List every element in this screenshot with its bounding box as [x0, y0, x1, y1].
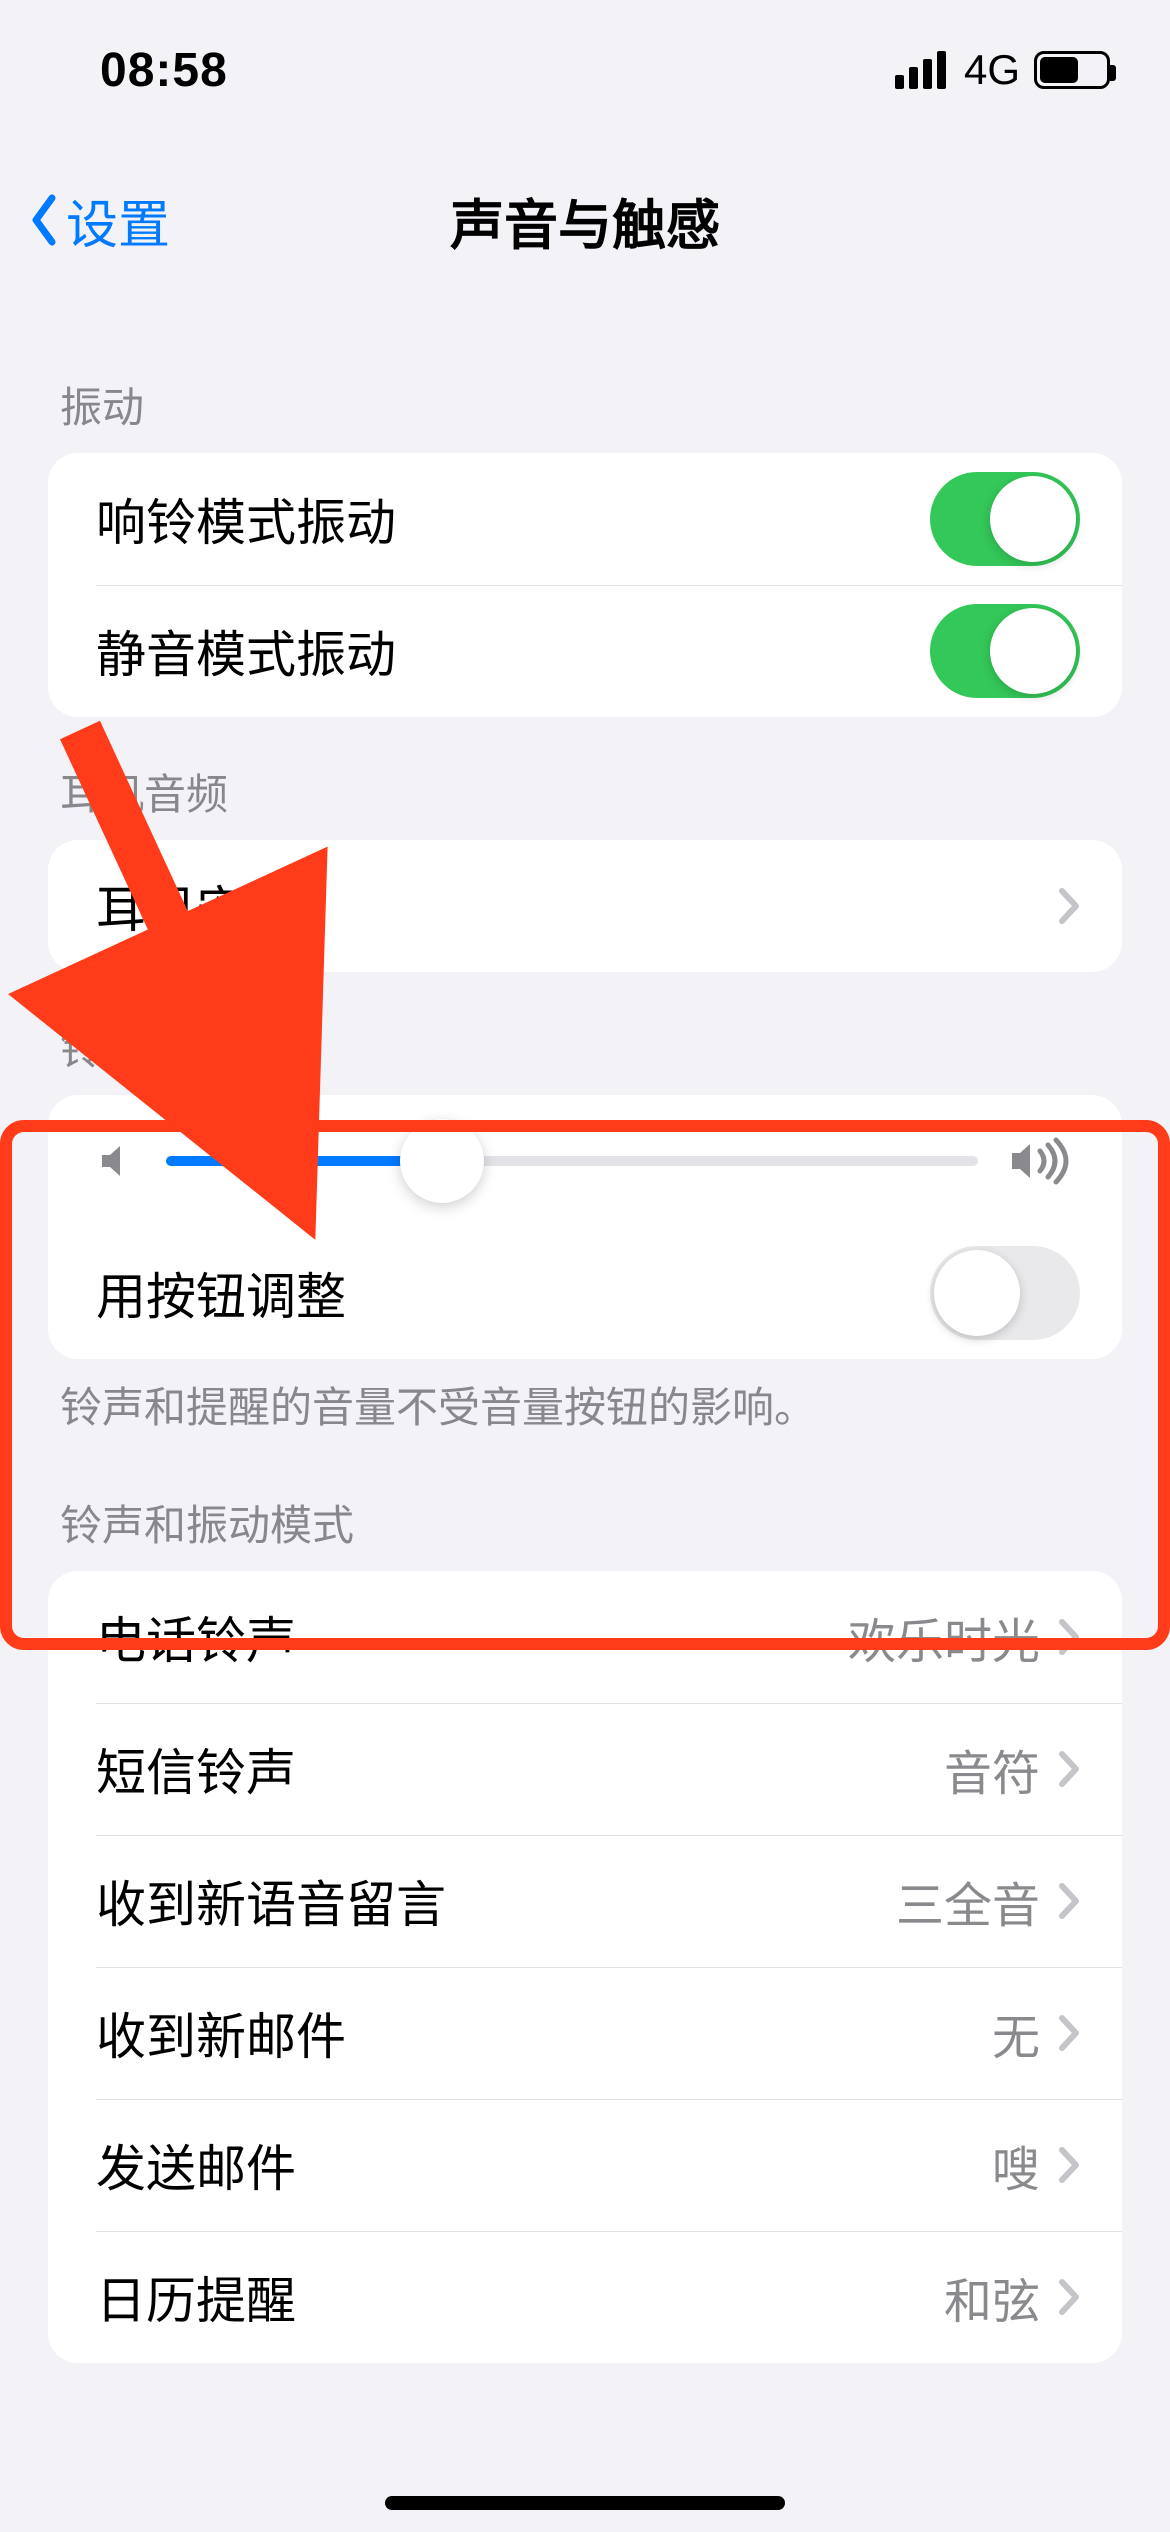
status-indicators: 4G: [895, 46, 1110, 94]
section-footer-ringer: 铃声和提醒的音量不受音量按钮的影响。: [0, 1359, 1170, 1448]
toggle-vibrate-on-silent[interactable]: [930, 604, 1080, 698]
chevron-right-icon: [1058, 1750, 1080, 1788]
section-header-vibrate: 振动: [0, 330, 1170, 453]
row-label: 电话铃声: [96, 1601, 848, 1673]
row-label: 收到新语音留言: [96, 1865, 896, 1937]
battery-icon: [1034, 51, 1110, 89]
chevron-right-icon: [1058, 1618, 1080, 1656]
volume-high-icon: [1008, 1137, 1080, 1185]
chevron-right-icon: [1058, 2146, 1080, 2184]
row-label: 响铃模式振动: [96, 483, 930, 555]
row-value: 嗖: [992, 2130, 1040, 2200]
network-type: 4G: [964, 46, 1020, 94]
ringer-volume-slider[interactable]: [166, 1156, 978, 1166]
row-label: 日历提醒: [96, 2261, 944, 2333]
section-header-headphone: 耳机音频: [0, 717, 1170, 840]
row-label: 收到新邮件: [96, 1997, 992, 2069]
toggle-change-with-buttons[interactable]: [930, 1246, 1080, 1340]
group-vibrate: 响铃模式振动 静音模式振动: [48, 453, 1122, 717]
chevron-right-icon: [1058, 887, 1080, 925]
nav-bar: 设置 声音与触感: [0, 160, 1170, 280]
status-bar: 08:58 4G: [0, 0, 1170, 140]
row-value: 欢乐时光: [848, 1602, 1040, 1672]
group-ringer: 用按钮调整: [48, 1095, 1122, 1359]
row-change-with-buttons[interactable]: 用按钮调整: [48, 1227, 1122, 1359]
row-value: 和弦: [944, 2262, 1040, 2332]
chevron-left-icon: [28, 194, 60, 246]
chevron-right-icon: [1058, 2278, 1080, 2316]
chevron-right-icon: [1058, 2014, 1080, 2052]
back-label: 设置: [66, 183, 170, 258]
slider-thumb[interactable]: [400, 1119, 484, 1203]
toggle-vibrate-on-ring[interactable]: [930, 472, 1080, 566]
chevron-right-icon: [1058, 1882, 1080, 1920]
row-sent-mail[interactable]: 发送邮件 嗖: [48, 2099, 1122, 2231]
section-header-sounds: 铃声和振动模式: [0, 1448, 1170, 1571]
status-time: 08:58: [100, 43, 228, 98]
content-scroll[interactable]: 振动 响铃模式振动 静音模式振动 耳机音频 耳机安全 铃声和提醒: [0, 330, 1170, 2532]
section-header-ringer: 铃声和提醒: [0, 972, 1170, 1095]
volume-low-icon: [96, 1141, 136, 1181]
battery-fill: [1040, 57, 1078, 83]
home-indicator[interactable]: [385, 2496, 785, 2510]
row-text-tone[interactable]: 短信铃声 音符: [48, 1703, 1122, 1835]
row-ringtone[interactable]: 电话铃声 欢乐时光: [48, 1571, 1122, 1703]
row-label: 用按钮调整: [96, 1257, 930, 1329]
row-new-mail[interactable]: 收到新邮件 无: [48, 1967, 1122, 2099]
group-sounds: 电话铃声 欢乐时光 短信铃声 音符 收到新语音留言 三全音 收到新邮件 无 发送…: [48, 1571, 1122, 2363]
row-vibrate-on-silent[interactable]: 静音模式振动: [48, 585, 1122, 717]
row-value: 三全音: [896, 1866, 1040, 1936]
row-new-voicemail[interactable]: 收到新语音留言 三全音: [48, 1835, 1122, 1967]
row-label: 静音模式振动: [96, 615, 930, 687]
group-headphone: 耳机安全: [48, 840, 1122, 972]
row-value: 无: [992, 1998, 1040, 2068]
row-label: 耳机安全: [96, 870, 1058, 942]
cellular-signal-icon: [895, 51, 946, 89]
row-ringer-volume: [48, 1095, 1122, 1227]
page-title: 声音与触感: [0, 181, 1170, 260]
row-headphone-safety[interactable]: 耳机安全: [48, 840, 1122, 972]
row-label: 发送邮件: [96, 2129, 992, 2201]
row-value: 音符: [944, 1734, 1040, 1804]
back-button[interactable]: 设置: [0, 183, 170, 258]
row-label: 短信铃声: [96, 1733, 944, 1805]
row-vibrate-on-ring[interactable]: 响铃模式振动: [48, 453, 1122, 585]
row-calendar-alerts[interactable]: 日历提醒 和弦: [48, 2231, 1122, 2363]
